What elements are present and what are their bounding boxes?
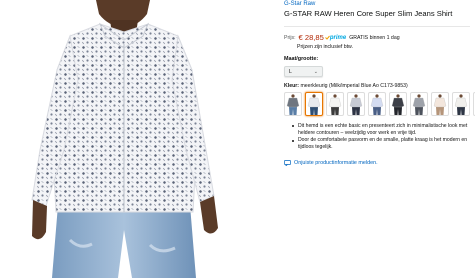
report-link-label[interactable]: Onjuiste productinformatie melden. (294, 160, 378, 166)
color-swatch[interactable] (305, 92, 323, 116)
product-details: G-Star Raw G-STAR RAW Heren Core Super S… (284, 0, 475, 278)
swatch-thumbnail (412, 93, 426, 115)
color-swatch[interactable] (389, 92, 407, 116)
shipping-info: GRATIS binnen 1 dag (349, 34, 400, 41)
swatch-thumbnail (307, 93, 321, 115)
prime-label: prime (329, 34, 347, 41)
swatch-thumbnail (433, 93, 447, 115)
shirt-model-illustration (31, 0, 218, 278)
swatch-thumbnail (349, 93, 363, 115)
report-info-link[interactable]: Onjuiste productinformatie melden. (284, 160, 378, 166)
color-swatch[interactable] (326, 92, 344, 116)
size-dropdown[interactable]: L ⌄ (284, 66, 323, 77)
product-title: G-STAR RAW Heren Core Super Slim Jeans S… (284, 9, 453, 18)
swatch-thumbnail (286, 93, 300, 115)
color-swatch[interactable] (284, 92, 302, 116)
swatch-thumbnail (370, 93, 384, 115)
vat-note: Prijzen zijn inclusief btw. (297, 44, 353, 50)
product-image[interactable] (0, 0, 250, 278)
color-swatch[interactable] (368, 92, 386, 116)
feature-bullets: Dit hemd is een echte basic en presentee… (292, 123, 470, 151)
color-row: Kleur: meerkleurig (Milk/imperial Blue A… (284, 83, 408, 89)
color-swatch[interactable] (410, 92, 428, 116)
price-label: Prijs: (284, 34, 296, 41)
speech-bubble-icon (284, 160, 291, 166)
swatch-thumbnail (454, 93, 468, 115)
color-swatch-list (284, 92, 475, 116)
size-label: Maat/grootte: (284, 56, 319, 62)
swatch-thumbnail (391, 93, 405, 115)
chevron-down-icon: ⌄ (313, 68, 318, 75)
feature-bullet: Door de comfortabele pasvorm en de small… (292, 137, 470, 150)
color-label: Kleur: (284, 83, 299, 89)
price-amount: € 28,85 (298, 33, 324, 42)
color-swatch[interactable] (431, 92, 449, 116)
price-row: Prijs: € 28,85 prime GRATIS binnen 1 dag (284, 33, 400, 42)
color-value: meerkleurig (Milk/imperial Blue Ao C173-… (300, 83, 408, 89)
prime-badge[interactable]: prime (325, 35, 346, 41)
color-swatch[interactable] (347, 92, 365, 116)
swatch-thumbnail (328, 93, 342, 115)
size-selected-value: L (289, 68, 292, 75)
color-swatch[interactable] (452, 92, 470, 116)
brand-link[interactable]: G-Star Raw (284, 1, 315, 8)
divider (284, 26, 470, 27)
feature-bullet: Dit hemd is een echte basic en presentee… (292, 123, 470, 136)
